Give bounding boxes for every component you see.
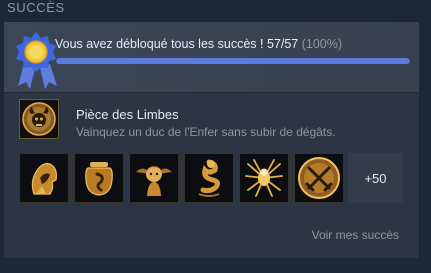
achievements-panel: Vous avez débloqué tous les succès ! 57/… xyxy=(4,22,419,258)
spider-icon[interactable] xyxy=(239,153,289,203)
completion-summary: Vous avez débloqué tous les succès ! 57/… xyxy=(4,22,419,93)
progress-bar xyxy=(56,58,410,64)
featured-achievement-description: Vainquez un duc de l'Enfer sans subir de… xyxy=(76,125,336,139)
view-my-achievements-link[interactable]: Voir mes succès xyxy=(312,228,399,242)
section-title: SUCCÈS xyxy=(7,0,65,15)
unlock-summary-text: Vous avez débloqué tous les succès ! 57/… xyxy=(55,37,342,51)
progress-fill xyxy=(56,58,410,64)
hooded-figure-icon[interactable] xyxy=(19,153,69,203)
more-achievements-count[interactable]: +50 xyxy=(348,153,403,203)
crossed-swords-icon[interactable] xyxy=(294,153,344,203)
winged-girl-icon[interactable] xyxy=(129,153,179,203)
featured-achievement-name: Pièce des Limbes xyxy=(76,107,179,122)
summary-text: Vous avez débloqué tous les succès ! 57/… xyxy=(55,37,299,51)
serpent-icon[interactable] xyxy=(184,153,234,203)
skull-horns-icon[interactable] xyxy=(19,99,59,139)
jar-worm-icon[interactable] xyxy=(74,153,124,203)
summary-percent: (100%) xyxy=(301,37,343,51)
